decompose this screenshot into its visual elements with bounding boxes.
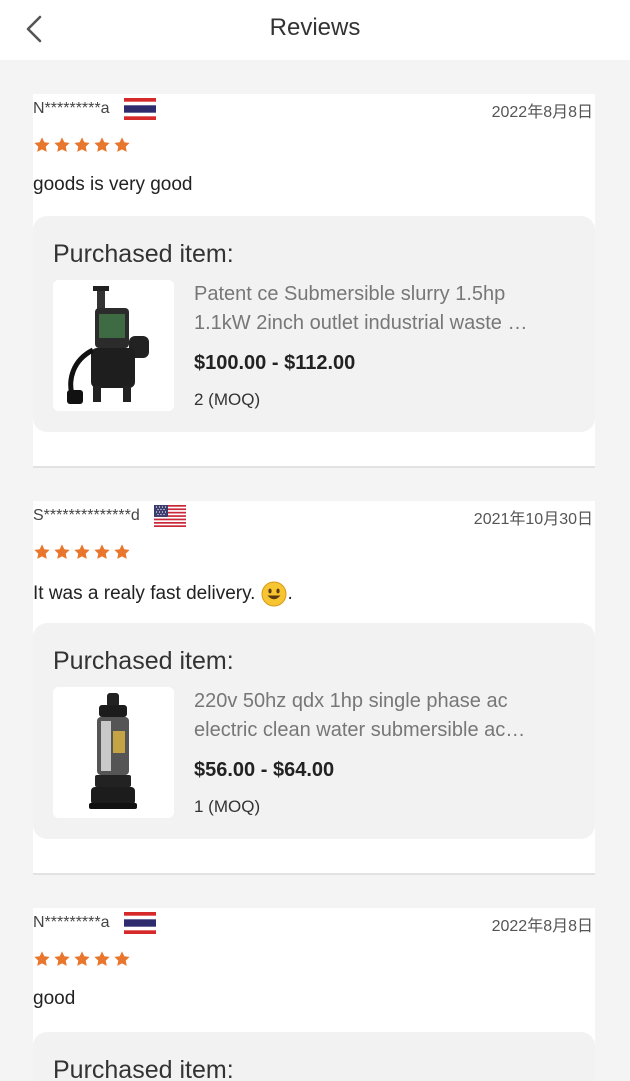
product-name-line: electric clean water submersible ac… <box>194 719 526 741</box>
product-price: $56.00 - $64.00 <box>194 759 335 781</box>
review-comment-text: good <box>33 988 76 1009</box>
product-moq: 2 (MOQ) <box>194 390 261 409</box>
top-bar: Reviews <box>0 0 630 60</box>
purchased-item-label: Purchased item: <box>53 647 234 675</box>
review-date: 2021年10月30日 <box>473 511 593 528</box>
review-card: N*********a 2022年8月8日 good Purchased ite… <box>33 908 595 1081</box>
star-rating <box>33 950 131 968</box>
product-image[interactable] <box>53 280 174 411</box>
purchased-item-card[interactable]: Purchased item: 220v 50hz qdx 1hp single… <box>33 623 595 839</box>
slurry-pump-image <box>53 280 174 411</box>
star-icon <box>73 543 91 561</box>
product-name[interactable]: Patent ce Submersible slurry 1.5hp 1.1kW… <box>194 280 579 338</box>
product-name-line: 1.1kW 2inch outlet industrial waste … <box>194 312 528 334</box>
star-icon <box>73 136 91 154</box>
star-icon <box>53 136 71 154</box>
thailand-flag-icon <box>123 912 156 934</box>
review-date: 2022年8月8日 <box>491 918 593 935</box>
reviewer: N*********a <box>33 912 156 934</box>
purchased-item-card[interactable]: Purchased item: Patent ce Submersible sl… <box>33 216 595 432</box>
reviewer-name: S**************d <box>33 507 140 524</box>
page-title: Reviews <box>269 14 361 41</box>
review-date: 2022年8月8日 <box>491 104 593 121</box>
star-icon <box>113 950 131 968</box>
review-card: N*********a 2022年8月8日 goods is very good… <box>33 94 595 466</box>
reviewer: S**************d <box>33 505 186 527</box>
star-rating <box>33 543 131 561</box>
star-icon <box>93 136 111 154</box>
product-image[interactable] <box>53 687 174 818</box>
review-comment-text: It was a realy fast delivery. <box>33 583 256 604</box>
reviewer-name: N*********a <box>33 914 110 931</box>
reviewer-name: N*********a <box>33 100 110 117</box>
usa-flag-icon <box>153 505 186 527</box>
star-icon <box>53 543 71 561</box>
review-comment-text: goods is very good <box>33 174 193 195</box>
purchased-item-card[interactable]: Purchased item: <box>33 1032 595 1081</box>
review-comment: goods is very good <box>33 174 193 196</box>
divider <box>33 466 595 468</box>
star-rating <box>33 136 131 154</box>
star-icon <box>33 950 51 968</box>
review-comment-suffix: . <box>287 583 293 604</box>
star-icon <box>73 950 91 968</box>
star-icon <box>33 136 51 154</box>
star-icon <box>93 950 111 968</box>
product-moq: 1 (MOQ) <box>194 797 261 816</box>
product-price: $100.00 - $112.00 <box>194 352 356 374</box>
purchased-item-label: Purchased item: <box>53 240 234 268</box>
review-card: S**************d 2021年10月30日 It was a re… <box>33 501 595 873</box>
thailand-flag-icon <box>123 98 156 120</box>
smiley-emoji-icon <box>261 581 287 607</box>
star-icon <box>93 543 111 561</box>
product-name-line: Patent ce Submersible slurry 1.5hp <box>194 283 506 305</box>
review-comment: good <box>33 988 75 1010</box>
star-icon <box>33 543 51 561</box>
product-name[interactable]: 220v 50hz qdx 1hp single phase ac electr… <box>194 687 579 745</box>
reviewer: N*********a <box>33 98 156 120</box>
star-icon <box>113 543 131 561</box>
star-icon <box>53 950 71 968</box>
water-pump-image <box>53 687 174 818</box>
star-icon <box>113 136 131 154</box>
review-comment: It was a realy fast delivery. . <box>33 581 293 607</box>
product-name-line: 220v 50hz qdx 1hp single phase ac <box>194 690 508 712</box>
purchased-item-label: Purchased item: <box>53 1056 234 1081</box>
divider <box>33 873 595 875</box>
